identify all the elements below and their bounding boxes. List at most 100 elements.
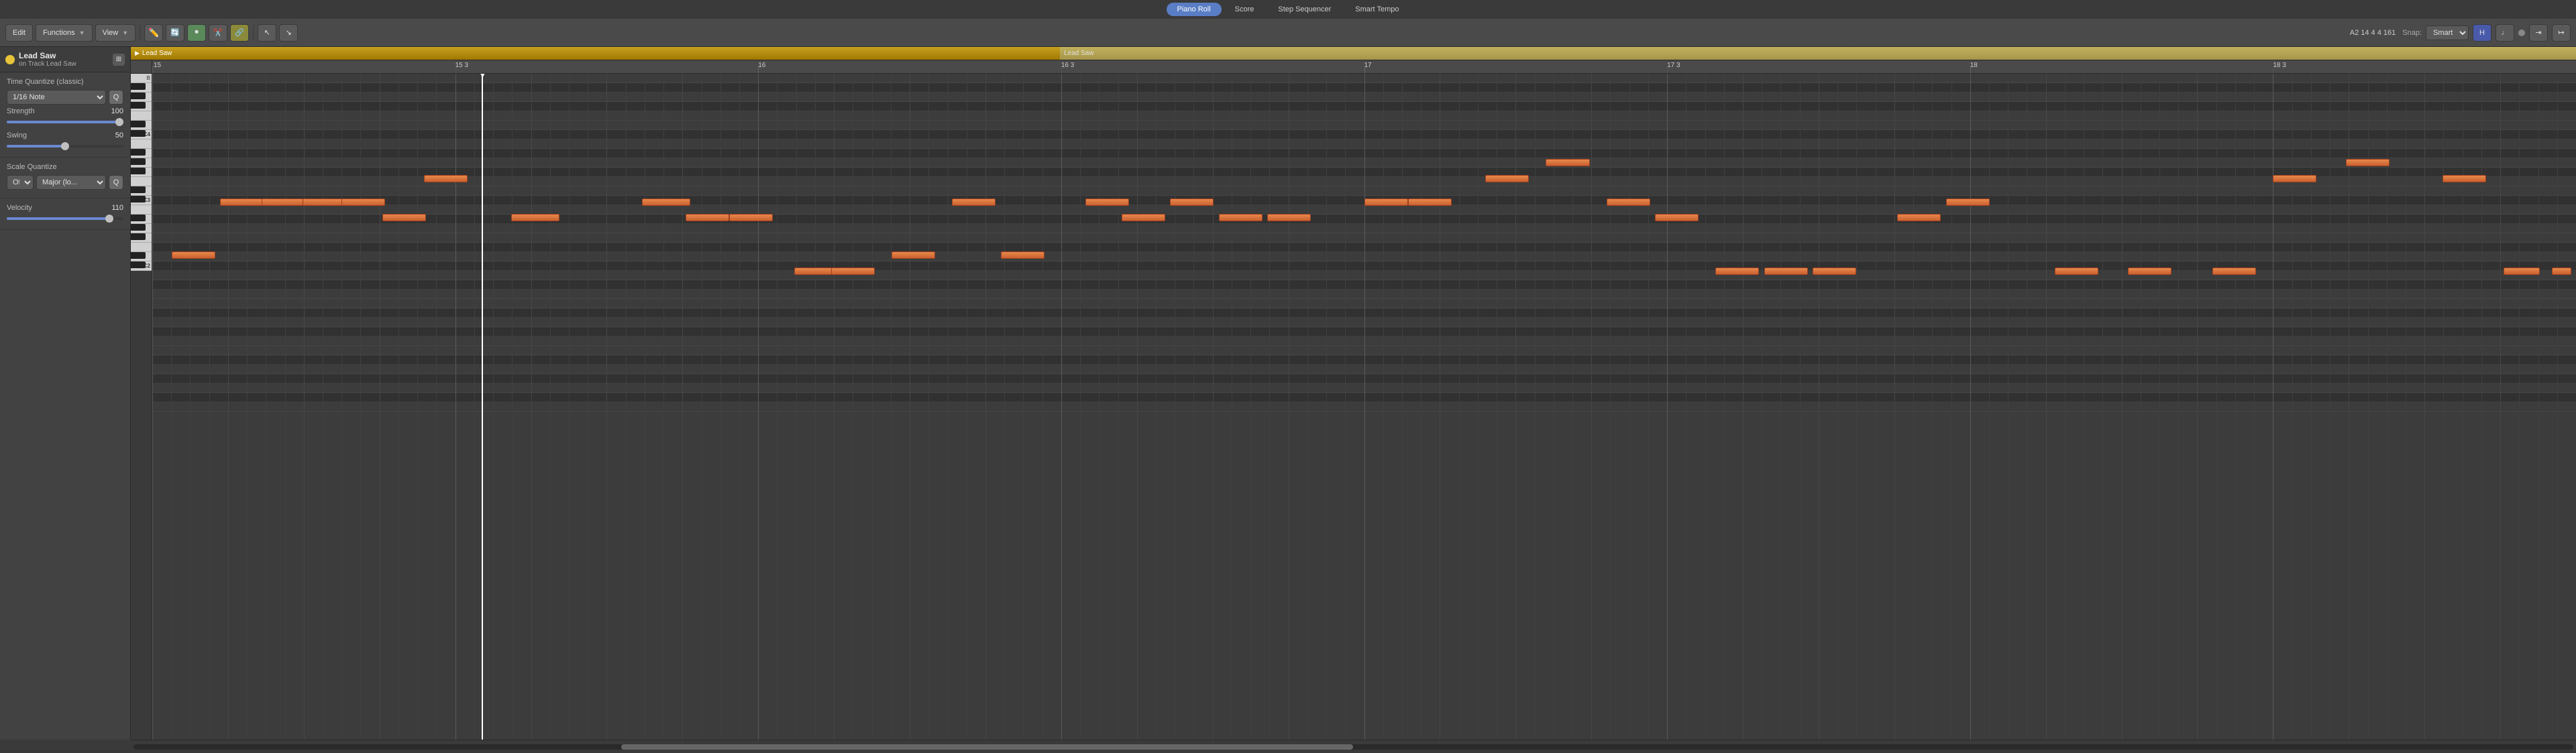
- midi-note[interactable]: [642, 198, 690, 206]
- key-db3[interactable]: [131, 196, 146, 202]
- midi-note[interactable]: [2273, 175, 2316, 182]
- key-b4[interactable]: B: [131, 74, 152, 83]
- pointer-down-button[interactable]: ↘: [279, 24, 298, 42]
- midi-note[interactable]: [1715, 268, 1759, 275]
- midi-note[interactable]: [2552, 268, 2571, 275]
- midi-note[interactable]: [1485, 175, 1529, 182]
- key-ab3[interactable]: [131, 158, 146, 165]
- key-e2[interactable]: [131, 243, 152, 252]
- midi-note[interactable]: [341, 198, 385, 206]
- midi-note[interactable]: [1813, 268, 1856, 275]
- key-bb3[interactable]: [131, 149, 146, 156]
- midi-out-button[interactable]: ↦: [2552, 24, 2571, 42]
- scrollbar-track[interactable]: [133, 744, 2573, 750]
- midi-note[interactable]: [1546, 159, 1589, 166]
- midi-note[interactable]: [794, 268, 838, 275]
- midi-note[interactable]: [686, 214, 729, 221]
- strength-value: 100: [111, 107, 123, 115]
- midi-note[interactable]: [1607, 198, 1650, 206]
- track-name-block: Lead Saw on Track Lead Saw: [19, 51, 109, 68]
- key-bb4[interactable]: [131, 83, 146, 90]
- key-gb3[interactable]: [131, 168, 146, 174]
- midi-note[interactable]: [1364, 198, 1408, 206]
- view-button[interactable]: View ▼: [95, 24, 136, 42]
- scale-q-button[interactable]: Q: [109, 175, 123, 190]
- midi-note[interactable]: [1170, 198, 1214, 206]
- midi-note[interactable]: [2055, 268, 2098, 275]
- link-tool-button[interactable]: 🔗: [230, 24, 249, 42]
- scissors-tool-button[interactable]: ✂️: [209, 24, 227, 42]
- midi-note[interactable]: [220, 198, 264, 206]
- midi-note[interactable]: [1219, 214, 1263, 221]
- midi-note[interactable]: [729, 214, 773, 221]
- key-db2[interactable]: [131, 262, 146, 268]
- tab-smart-tempo[interactable]: Smart Tempo: [1344, 3, 1409, 16]
- midi-note[interactable]: [1897, 214, 1941, 221]
- scale-select[interactable]: Major (lo...: [36, 175, 106, 190]
- tab-step-sequencer[interactable]: Step Sequencer: [1267, 3, 1342, 16]
- key-gb4[interactable]: [131, 102, 146, 109]
- record-tool-button[interactable]: ⏺: [187, 24, 206, 42]
- strength-slider-thumb[interactable]: [115, 118, 123, 126]
- midi-note[interactable]: [1267, 214, 1311, 221]
- tune-button[interactable]: ♩: [2496, 24, 2514, 42]
- midi-note[interactable]: [952, 198, 996, 206]
- midi-note[interactable]: [1946, 198, 1990, 206]
- velocity-slider-wrap[interactable]: [7, 213, 123, 224]
- midi-note[interactable]: [1408, 198, 1452, 206]
- midi-note[interactable]: [382, 214, 426, 221]
- functions-button[interactable]: Functions ▼: [36, 24, 93, 42]
- midi-note[interactable]: [1085, 198, 1129, 206]
- key-gb2[interactable]: [131, 233, 146, 240]
- velocity-slider-thumb[interactable]: [105, 215, 113, 223]
- midi-note[interactable]: [892, 251, 935, 259]
- scrollbar-thumb[interactable]: [621, 744, 1353, 750]
- midi-note[interactable]: [2346, 159, 2390, 166]
- metronome-button[interactable]: H: [2473, 24, 2491, 42]
- strength-slider-wrap[interactable]: [7, 117, 123, 127]
- track-grid-button[interactable]: ⊞: [113, 54, 125, 66]
- midi-note[interactable]: [2443, 175, 2486, 182]
- edit-button[interactable]: Edit: [5, 24, 33, 42]
- key-ab4[interactable]: [131, 93, 146, 99]
- swing-slider-wrap[interactable]: [7, 141, 123, 152]
- quantize-q-button[interactable]: Q: [109, 90, 123, 105]
- key-eb4[interactable]: [131, 121, 146, 127]
- midi-note[interactable]: [831, 268, 875, 275]
- midi-note[interactable]: [424, 175, 468, 182]
- key-b3[interactable]: [131, 139, 152, 149]
- key-ab2[interactable]: [131, 224, 146, 231]
- pointer-tool-button[interactable]: ↖: [258, 24, 276, 42]
- midi-note[interactable]: [1122, 214, 1165, 221]
- grid-container[interactable]: [152, 74, 2576, 740]
- key-b2[interactable]: [131, 205, 152, 215]
- key-e4[interactable]: [131, 111, 152, 121]
- midi-note[interactable]: [2212, 268, 2256, 275]
- pencil-tool-button[interactable]: ✏️: [144, 24, 163, 42]
- midi-note[interactable]: [2504, 268, 2540, 275]
- midi-note[interactable]: [1001, 251, 1044, 259]
- tab-piano-roll[interactable]: Piano Roll: [1167, 3, 1222, 16]
- key-eb3[interactable]: [131, 186, 146, 193]
- key-bb2[interactable]: [131, 215, 146, 221]
- key-e3[interactable]: [131, 177, 152, 186]
- tab-bar: Piano Roll Score Step Sequencer Smart Te…: [0, 0, 2576, 19]
- midi-note[interactable]: [262, 198, 305, 206]
- snap-select[interactable]: Smart: [2426, 25, 2469, 40]
- midi-note[interactable]: [172, 251, 215, 259]
- ruler-grid-container: B C4: [131, 60, 2576, 740]
- midi-note[interactable]: [1655, 214, 1699, 221]
- tab-score[interactable]: Score: [1224, 3, 1265, 16]
- midi-note[interactable]: [1764, 268, 1808, 275]
- midi-note[interactable]: [2128, 268, 2171, 275]
- note-value-select[interactable]: 1/16 Note: [7, 90, 106, 105]
- swing-slider-thumb[interactable]: [61, 142, 69, 150]
- midi-note[interactable]: [303, 198, 346, 206]
- off-select[interactable]: Off: [7, 175, 34, 190]
- midi-in-button[interactable]: ⇥: [2529, 24, 2548, 42]
- velocity-value: 110: [111, 204, 123, 212]
- key-db4[interactable]: [131, 130, 146, 137]
- loop-tool-button[interactable]: 🔄: [166, 24, 184, 42]
- key-eb2[interactable]: [131, 252, 146, 259]
- midi-note[interactable]: [511, 214, 559, 221]
